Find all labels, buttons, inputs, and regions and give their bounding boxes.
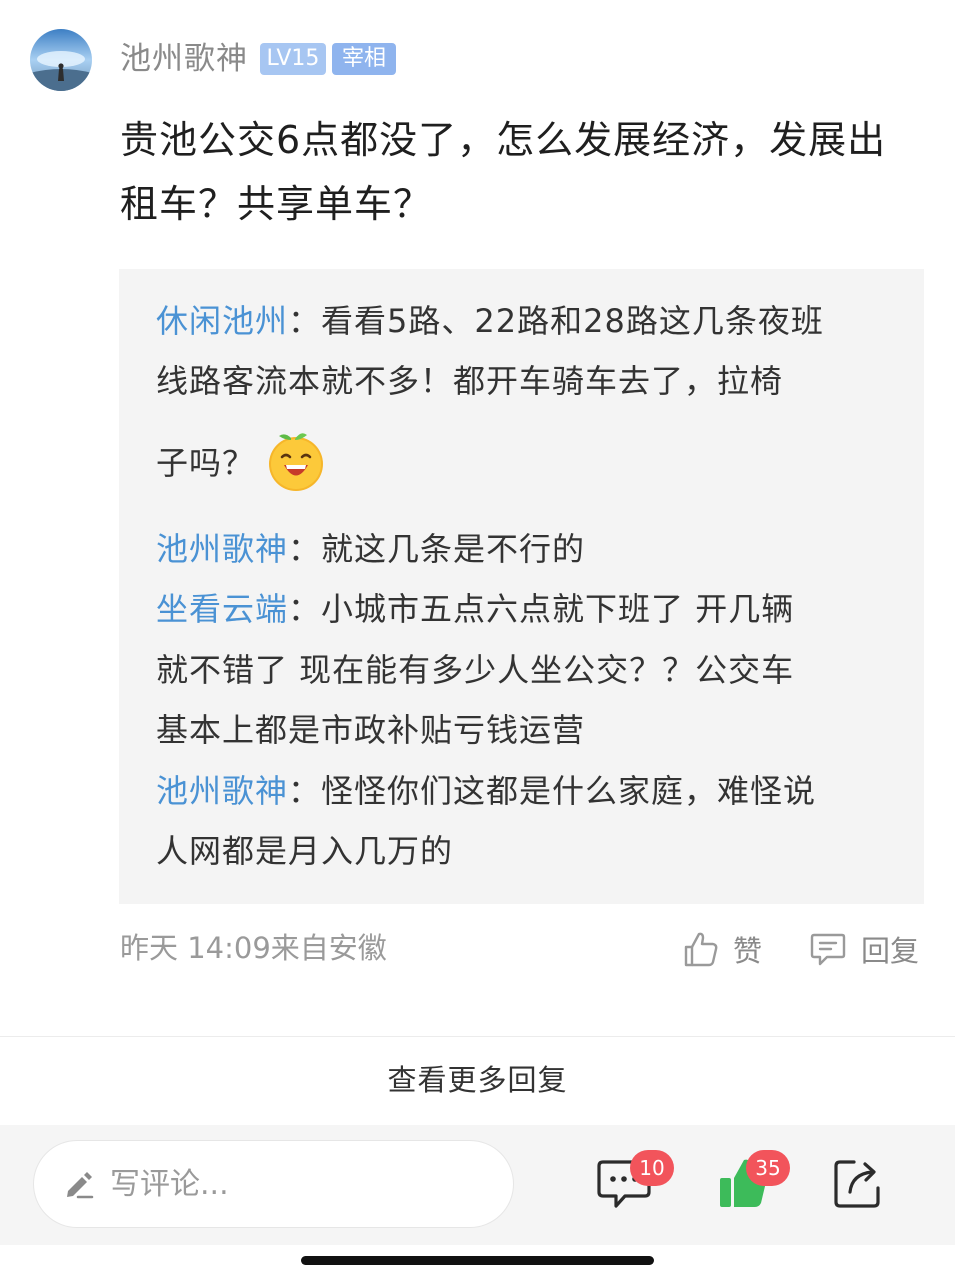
reply-2-line-1: 池州歌神：就这几条是不行的	[156, 519, 585, 579]
reply-1-line-1: 休闲池州：看看5路、22路和28路这几条夜班	[156, 291, 824, 351]
post-timestamp: 昨天 14:09来自安徽	[120, 931, 387, 965]
home-indicator[interactable]	[301, 1256, 654, 1265]
divider	[0, 1036, 955, 1037]
reply-button[interactable]: 回复	[809, 926, 919, 972]
pen-icon	[67, 1172, 94, 1199]
title-badge: 宰相	[332, 43, 396, 75]
reply-4-line-1: 池州歌神：怪怪你们这都是什么家庭，难怪说	[156, 761, 816, 821]
reply-text: ：看看5路、22路和28路这几条夜班	[288, 302, 824, 340]
comment-placeholder: 写评论...	[110, 1167, 229, 1202]
comment-count-badge: 10	[630, 1150, 674, 1186]
reply-text: 就不错了 现在能有多少人坐公交？？公交车	[156, 651, 795, 689]
view-more-replies-link[interactable]: 查看更多回复	[0, 1058, 955, 1102]
post-content: 贵池公交6点都没了，怎么发展经济，发展出租车？共享单车？	[120, 118, 887, 226]
reply-text: ：怪怪你们这都是什么家庭，难怪说	[288, 772, 817, 810]
thumbs-up-icon	[684, 932, 718, 967]
reply-label: 回复	[861, 934, 920, 968]
like-label: 赞	[733, 934, 763, 968]
reply-3-line-3: 基本上都是市政补贴亏钱运营	[156, 700, 585, 760]
reply-1-line-2: 线路客流本就不多！都开车骑车去了，拉椅	[156, 351, 783, 411]
reply-author[interactable]: 池州歌神	[156, 530, 288, 568]
comment-input[interactable]	[33, 1140, 514, 1228]
reply-text: 人网都是月入几万的	[156, 832, 454, 870]
reply-4-line-2: 人网都是月入几万的	[156, 821, 453, 881]
reply-icon	[810, 933, 846, 966]
reply-text: ：小城市五点六点就下班了 开几辆	[288, 590, 795, 628]
like-count-badge: 35	[746, 1150, 790, 1186]
reply-text: 线路客流本就不多！都开车骑车去了，拉椅	[156, 362, 784, 400]
reply-3-line-1: 坐看云端：小城市五点六点就下班了 开几辆	[156, 579, 794, 639]
reply-text: 基本上都是市政补贴亏钱运营	[156, 711, 586, 749]
reply-author[interactable]: 坐看云端	[156, 590, 288, 628]
reply-text: ：就这几条是不行的	[288, 530, 586, 568]
reply-text: 子吗？	[156, 444, 256, 482]
like-button[interactable]: 赞	[683, 926, 762, 972]
level-badge: LV15	[260, 43, 326, 75]
reply-author[interactable]: 休闲池州	[156, 302, 288, 340]
share-icon[interactable]	[832, 1156, 884, 1210]
reply-1-line-3: 子吗？	[156, 433, 327, 496]
author-name[interactable]: 池州歌神	[120, 38, 248, 80]
reply-3-line-2: 就不错了 现在能有多少人坐公交？？公交车	[156, 640, 794, 700]
reply-author[interactable]: 池州歌神	[156, 772, 288, 810]
avatar[interactable]	[30, 29, 92, 91]
grinning-orange-emoji-icon	[265, 430, 327, 492]
